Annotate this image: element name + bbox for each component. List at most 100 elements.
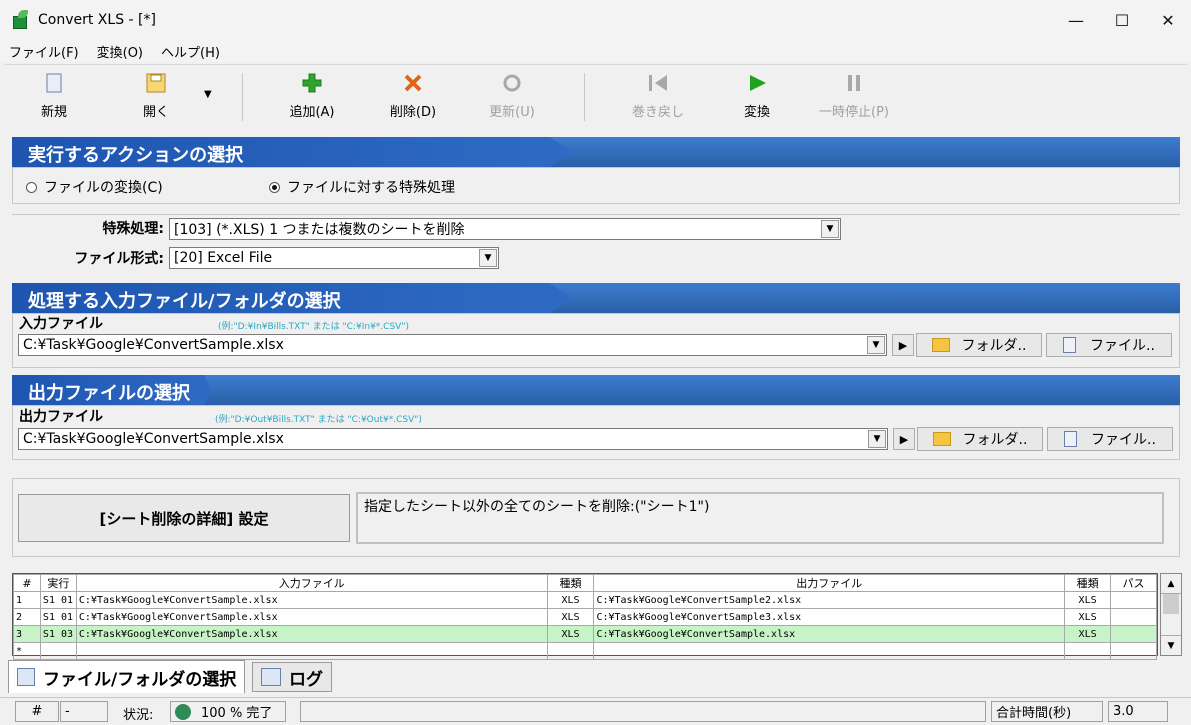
status-total-label: 合計時間(秒) [991,701,1103,722]
grid-cell[interactable]: 3 [13,625,41,643]
table-row-new[interactable]: * [13,642,1157,660]
maximize-button[interactable]: ☐ [1099,0,1145,40]
menu-convert[interactable]: 変換(O) [88,42,152,61]
grid-cell[interactable] [593,642,1066,660]
menu-help[interactable]: ヘルプ(H) [152,42,229,61]
delete-button[interactable]: 削除(D) [373,71,453,120]
scroll-thumb[interactable] [1163,594,1179,614]
input-file-field[interactable]: C:¥Task¥Google¥ConvertSample.xlsx ▼ [18,334,887,356]
grid-cell[interactable]: XLS [1064,625,1112,643]
folder-icon [932,432,951,446]
output-file-button[interactable]: ファイル.. [1047,427,1173,451]
grid-cell[interactable]: C:¥Task¥Google¥ConvertSample2.xlsx [593,591,1066,609]
close-button[interactable]: ✕ [1145,0,1191,40]
grid-header-row: # 実行 入力ファイル 種類 出力ファイル 種類 パス [13,574,1157,592]
grid-cell[interactable] [1110,625,1157,643]
pause-button[interactable]: 一時停止(P) [814,71,894,120]
grid-scrollbar[interactable]: ▲ ▼ [1160,573,1182,656]
chevron-down-icon[interactable]: ▼ [479,249,497,267]
rewind-icon [646,71,670,95]
grid-cell[interactable]: S1 03 [39,625,77,643]
file-format-select[interactable]: [20] Excel File ▼ [169,247,499,269]
tab-files[interactable]: ファイル/フォルダの選択 [8,660,246,693]
grid-header-output-type[interactable]: 種類 [1064,574,1112,592]
grid-cell[interactable] [1064,642,1112,660]
grid-header-pass[interactable]: パス [1110,574,1157,592]
grid-header-input-type[interactable]: 種類 [546,574,595,592]
grid-header-output[interactable]: 出力ファイル [593,574,1066,592]
radio-convert-file[interactable]: ファイルの変換(C) [26,177,163,197]
grid-header-exec[interactable]: 実行 [39,574,77,592]
update-button[interactable]: 更新(U) [472,71,552,120]
special-process-value: [103] (*.XLS) 1 つまたは複数のシートを削除 [174,222,465,238]
grid-cell[interactable]: XLS [1064,608,1112,626]
output-section-title: 出力ファイルの選択 [28,383,190,404]
table-row-selected[interactable]: 3 S1 03 C:¥Task¥Google¥ConvertSample.xls… [13,625,1157,643]
grid-cell[interactable]: XLS [1064,591,1112,609]
input-file-button[interactable]: ファイル.. [1046,333,1172,357]
chevron-down-icon[interactable]: ▼ [821,220,839,238]
job-grid[interactable]: # 実行 入力ファイル 種類 出力ファイル 種類 パス 1 S1 01 C:¥T… [12,573,1158,660]
minimize-button[interactable]: — [1053,0,1099,40]
grid-cell[interactable]: C:¥Task¥Google¥ConvertSample.xlsx [593,625,1066,643]
grid-cell[interactable] [1110,608,1157,626]
chevron-down-icon[interactable]: ▼ [868,430,886,448]
chevron-down-icon[interactable]: ▼ [867,336,885,354]
special-process-select[interactable]: [103] (*.XLS) 1 つまたは複数のシートを削除 ▼ [169,218,841,240]
grid-cell[interactable]: C:¥Task¥Google¥ConvertSample.xlsx [75,608,548,626]
grid-cell[interactable]: C:¥Task¥Google¥ConvertSample.xlsx [75,591,548,609]
open-label: 開く [142,105,169,120]
status-total-value: 3.0 [1108,701,1168,722]
refresh-icon [500,71,524,95]
grid-cell[interactable]: XLS [546,591,595,609]
table-row[interactable]: 2 S1 01 C:¥Task¥Google¥ConvertSample.xls… [13,608,1157,626]
radio-convert-label: ファイルの変換(C) [44,180,163,196]
open-button[interactable]: 開く [116,71,196,120]
input-folder-button[interactable]: フォルダ.. [916,333,1042,357]
grid-cell[interactable]: C:¥Task¥Google¥ConvertSample.xlsx [75,625,548,643]
menu-file[interactable]: ファイル(F) [0,42,88,61]
add-button[interactable]: 追加(A) [272,71,352,120]
convert-button[interactable]: 変換 [717,71,797,120]
grid-cell[interactable]: * [13,642,41,660]
pause-icon [842,71,866,95]
update-label: 更新(U) [489,105,535,120]
window-title: Convert XLS - [*] [38,12,156,28]
grid-cell[interactable] [1110,642,1157,660]
tab-log[interactable]: ログ [252,662,332,692]
open-dropdown-arrow-icon[interactable]: ▼ [204,89,212,100]
scroll-up-icon[interactable]: ▲ [1161,574,1181,594]
radio-special-process[interactable]: ファイルに対する特殊処理 [269,177,455,197]
grid-cell[interactable] [75,642,548,660]
pause-label: 一時停止(P) [819,105,889,120]
grid-cell[interactable] [1110,591,1157,609]
folder-icon [931,338,950,352]
sheet-delete-detail-button[interactable]: [シート削除の詳細] 設定 [18,494,350,542]
output-folder-label: フォルダ.. [962,432,1028,448]
grid-header-input[interactable]: 入力ファイル [75,574,548,592]
action-section-title: 実行するアクションの選択 [28,145,244,166]
grid-cell[interactable]: XLS [546,625,595,643]
grid-cell[interactable] [546,642,595,660]
status-progress-text: 100 % 完了 [201,706,273,721]
grid-cell[interactable] [39,642,77,660]
rewind-button[interactable]: 巻き戻し [618,71,698,120]
grid-cell[interactable]: S1 01 [39,608,77,626]
output-folder-button[interactable]: フォルダ.. [917,427,1043,451]
action-panel: ファイルの変換(C) ファイルに対する特殊処理 [12,167,1180,204]
output-play-button[interactable]: ▶ [893,428,915,450]
grid-header-num[interactable]: # [13,574,41,592]
file-icon [1064,431,1078,447]
status-dash: - [60,701,108,722]
grid-cell[interactable]: XLS [546,608,595,626]
grid-cell[interactable]: C:¥Task¥Google¥ConvertSample3.xlsx [593,608,1066,626]
table-row[interactable]: 1 S1 01 C:¥Task¥Google¥ConvertSample.xls… [13,591,1157,609]
input-play-button[interactable]: ▶ [892,334,914,356]
grid-cell[interactable]: 2 [13,608,41,626]
grid-cell[interactable]: 1 [13,591,41,609]
new-button[interactable]: 新規 [14,71,94,120]
convert-label: 変換 [743,105,770,120]
output-file-field[interactable]: C:¥Task¥Google¥ConvertSample.xlsx ▼ [18,428,888,450]
scroll-down-icon[interactable]: ▼ [1161,635,1181,655]
grid-cell[interactable]: S1 01 [39,591,77,609]
